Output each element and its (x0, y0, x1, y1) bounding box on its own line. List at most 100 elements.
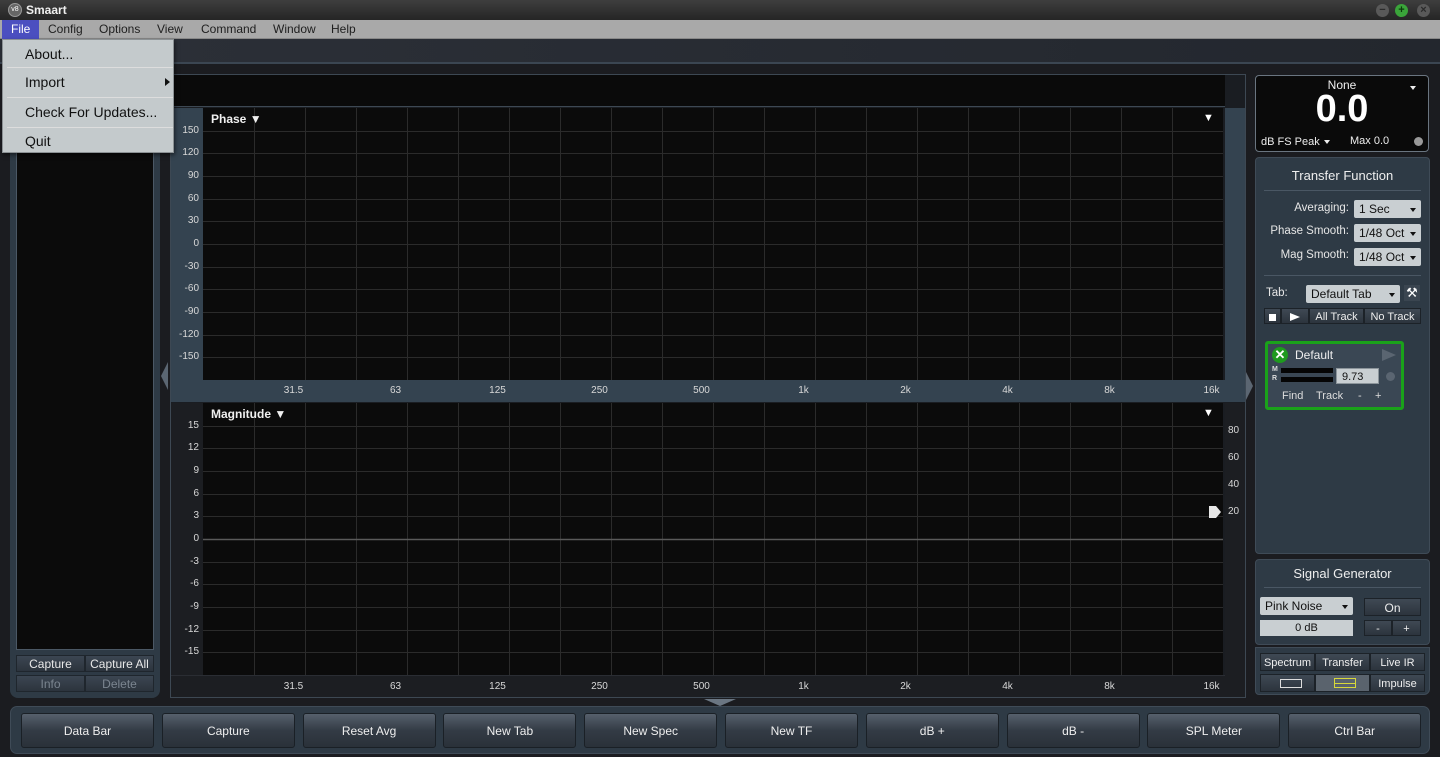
file-menu-dropdown: About... Import Check For Updates... Qui… (2, 39, 174, 153)
magnitude-x-tick-label: 125 (489, 681, 506, 692)
collapse-left-icon[interactable] (161, 362, 168, 390)
phase-y-tick-label: -60 (184, 283, 199, 294)
stop-button[interactable] (1264, 308, 1281, 324)
collapse-right-icon[interactable] (1246, 372, 1253, 400)
magnitude-plot[interactable] (203, 403, 1223, 675)
phase-smooth-label: Phase Smooth: (1270, 225, 1349, 237)
spectrum-mode-button[interactable]: Spectrum (1260, 653, 1315, 671)
menu-config[interactable]: Config (39, 20, 92, 39)
transfer-mode-button[interactable]: Transfer (1315, 653, 1370, 671)
dbplus-button[interactable]: dB + (865, 713, 999, 748)
data-bar-button[interactable]: Data Bar (21, 713, 154, 748)
menu-window[interactable]: Window (264, 20, 325, 39)
data-list[interactable] (16, 68, 154, 650)
menu-item-quit[interactable]: Quit (3, 127, 173, 155)
chevron-down-icon (1410, 208, 1416, 212)
minimize-icon[interactable]: − (1376, 4, 1389, 17)
find-button[interactable]: Find (1282, 390, 1303, 402)
coherence-scale-handle-icon[interactable] (1208, 505, 1222, 519)
phase-plot[interactable] (203, 108, 1223, 380)
single-pane-icon (1280, 679, 1302, 688)
window-title: Smaart (26, 3, 67, 17)
delay-minus-button[interactable]: - (1358, 390, 1362, 402)
delay-plus-button[interactable]: + (1375, 390, 1381, 402)
measurement-play-icon[interactable] (1382, 349, 1396, 361)
divider (1264, 275, 1421, 276)
phase-y-tick-label: -90 (184, 306, 199, 317)
signal-type-select[interactable]: Pink Noise (1260, 597, 1353, 615)
generator-level-plus-button[interactable]: + (1392, 620, 1421, 636)
tools-icon[interactable]: ⚒ (1404, 285, 1420, 301)
generator-level-input[interactable]: 0 dB (1260, 620, 1353, 636)
measurement-toggle-icon[interactable]: ✕ (1272, 347, 1288, 363)
magnitude-x-tick-label: 31.5 (283, 681, 304, 692)
phase-plot-title[interactable]: Phase ▼ (211, 112, 262, 126)
phase-y-tick-label: 60 (187, 193, 199, 204)
capture-button[interactable]: Capture (161, 713, 295, 748)
phase-y-tick-label: 150 (182, 125, 199, 136)
info-button[interactable]: Info (16, 675, 85, 692)
averaging-select[interactable]: 1 Sec (1354, 200, 1421, 218)
menu-file[interactable]: File (2, 20, 40, 39)
menu-item-import[interactable]: Import (3, 68, 173, 96)
magnitude-y-tick-label: 9 (193, 465, 199, 476)
title-bar: v8 Smaart − + × (0, 0, 1440, 20)
impulse-mode-button[interactable]: Impulse (1370, 674, 1425, 692)
live-ir-mode-button[interactable]: Live IR (1370, 653, 1425, 671)
measurement-item[interactable]: ✕ Default M R 9.73 Find Track - + (1265, 341, 1404, 410)
new-tab-button[interactable]: New Tab (443, 713, 577, 748)
divider (1264, 587, 1421, 588)
phase-x-tick-label: 250 (591, 385, 608, 396)
play-button[interactable] (1281, 308, 1309, 324)
phase-y-tick-label: -150 (178, 351, 199, 362)
dual-layout-button[interactable] (1315, 674, 1370, 692)
meter-unit-label: dB FS Peak (1261, 136, 1320, 148)
new-spec-button[interactable]: New Spec (584, 713, 718, 748)
phase-smooth-select[interactable]: 1/48 Oct (1354, 224, 1421, 242)
menu-view[interactable]: View (148, 20, 192, 39)
menu-options[interactable]: Options (90, 20, 149, 39)
chevron-down-icon (1410, 232, 1416, 236)
capture-all-button[interactable]: Capture All (85, 655, 154, 672)
delay-input[interactable]: 9.73 (1336, 368, 1379, 384)
phase-title-text: Phase (211, 112, 247, 126)
reset-avg-button[interactable]: Reset Avg (302, 713, 436, 748)
meter-unit-selector[interactable]: dB FS Peak (1261, 136, 1330, 148)
averaging-value: 1 Sec (1359, 202, 1390, 216)
menu-item-about[interactable]: About... (3, 40, 173, 68)
magnitude-x-tick-label: 2k (900, 681, 911, 692)
phase-x-tick-label: 125 (489, 385, 506, 396)
plot-area: Phase ▼ ▼ 150 120 90 60 30 0 -30 -60 -90 -120 -150… (170, 74, 1246, 698)
command-bar: Data Bar Capture Reset Avg New Tab New Spec N… (10, 706, 1430, 754)
menu-help[interactable]: Help (322, 20, 365, 39)
generator-on-button[interactable]: On (1364, 598, 1421, 616)
new-tf-button[interactable]: New TF (725, 713, 858, 748)
phase-options-triangle-icon[interactable]: ▼ (1203, 112, 1214, 124)
mag-smooth-select[interactable]: 1/48 Oct (1354, 248, 1421, 266)
chevron-down-icon (1410, 256, 1416, 260)
magnitude-right-tick-label: 40 (1228, 479, 1240, 490)
no-track-button[interactable]: No Track (1364, 308, 1421, 324)
v8-logo-icon: v8 (8, 3, 22, 17)
close-icon[interactable]: × (1417, 4, 1430, 17)
zoom-icon[interactable]: + (1395, 4, 1408, 17)
magnitude-right-tick-label: 80 (1228, 425, 1240, 436)
magnitude-plot-title[interactable]: Magnitude ▼ (211, 407, 286, 421)
collapse-down-icon[interactable] (704, 699, 736, 706)
dbminus-button[interactable]: dB - (1006, 713, 1140, 748)
tab-select[interactable]: Default Tab (1306, 285, 1400, 303)
all-track-button[interactable]: All Track (1309, 308, 1364, 324)
capture-button[interactable]: Capture (16, 655, 85, 672)
track-button[interactable]: Track (1316, 390, 1343, 402)
tab-label: Tab: (1266, 287, 1288, 299)
menu-item-check-updates[interactable]: Check For Updates... (3, 98, 173, 126)
menu-bar: File Config Options View Command Window … (0, 20, 1440, 39)
single-layout-button[interactable] (1260, 674, 1315, 692)
generator-level-minus-button[interactable]: - (1364, 620, 1392, 636)
ctrl-bar-button[interactable]: Ctrl Bar (1288, 713, 1422, 748)
menu-command[interactable]: Command (192, 20, 265, 39)
delete-button[interactable]: Delete (85, 675, 154, 692)
magnitude-y-tick-label: -12 (184, 624, 199, 635)
magnitude-options-triangle-icon[interactable]: ▼ (1203, 407, 1214, 419)
spl-meter-button[interactable]: SPL Meter (1147, 713, 1281, 748)
